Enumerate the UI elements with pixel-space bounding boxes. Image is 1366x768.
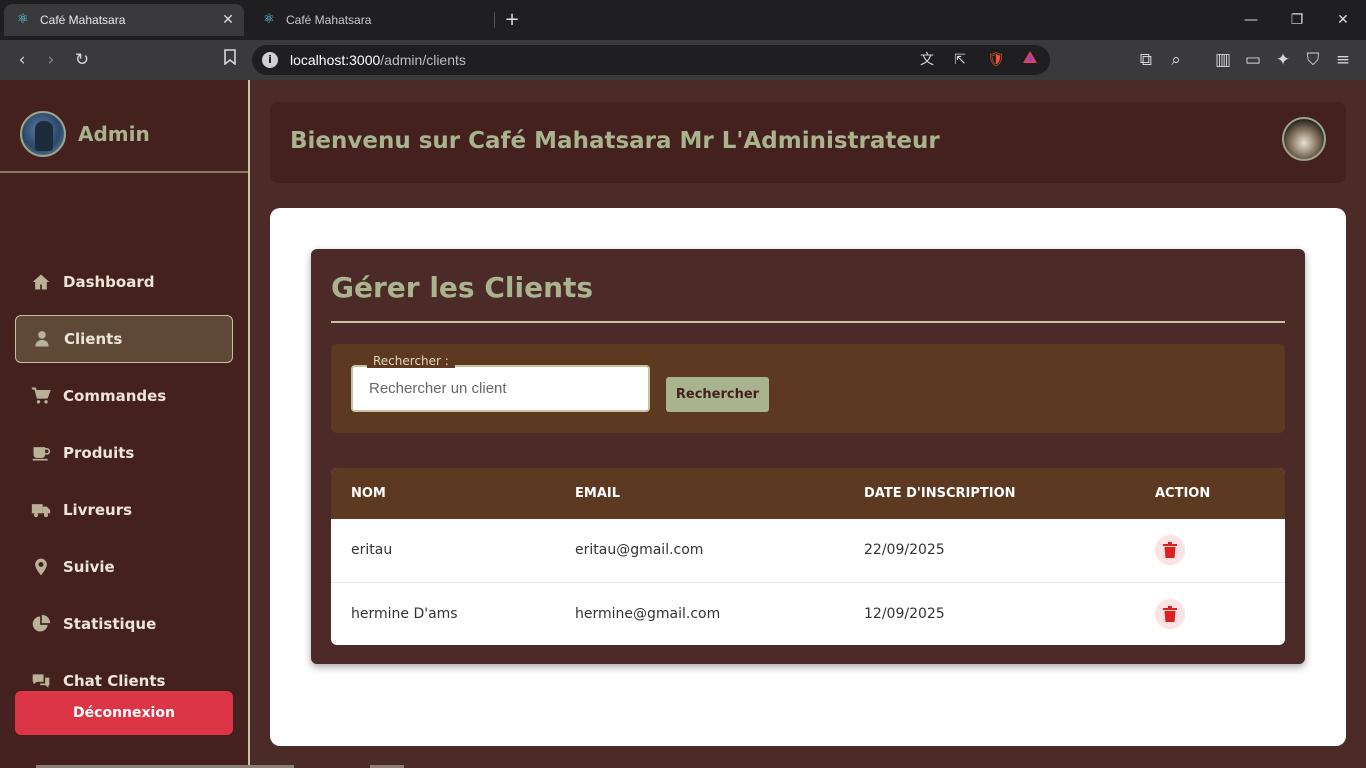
sidebar-item-clients[interactable]: Clients — [15, 315, 233, 363]
pie-chart-icon — [29, 612, 53, 636]
chat-icon — [29, 669, 53, 693]
profile-avatar[interactable] — [1282, 117, 1326, 161]
browser-tab-active[interactable]: ⚛ Café Mahatsara ✕ — [4, 4, 244, 36]
sidebar-divider — [0, 171, 248, 173]
browser-tab-inactive[interactable]: ⚛ Café Mahatsara — [250, 4, 494, 36]
search-panel: Rechercher : Rechercher — [331, 344, 1285, 433]
vpn-shield-icon[interactable]: ⛉ — [1300, 48, 1326, 72]
cart-icon — [29, 384, 53, 408]
translate-icon[interactable]: 文 — [916, 50, 938, 70]
column-header-action: ACTION — [1155, 486, 1211, 501]
search-label: Rechercher : — [367, 354, 455, 368]
mug-icon — [29, 441, 53, 465]
sidebar-item-label: Commandes — [63, 387, 167, 405]
sidebar-border — [248, 80, 250, 768]
client-email-cell: eritau@gmail.com — [575, 542, 704, 559]
trash-icon — [1163, 605, 1177, 622]
share-icon[interactable]: ⇱ — [949, 50, 971, 70]
page-header: Bienvenu sur Café Mahatsara Mr L'Adminis… — [270, 102, 1346, 183]
tab-search-icon[interactable]: ⌕ — [1163, 48, 1189, 72]
client-email-cell: hermine@gmail.com — [575, 605, 721, 622]
action-cell — [1135, 519, 1285, 582]
table-header-row: NOM EMAIL DATE D'INSCRIPTION ACTION — [331, 468, 1285, 519]
sidebar-nav: Dashboard Clients Commandes Produits Liv… — [15, 258, 233, 714]
column-header-date: DATE D'INSCRIPTION — [864, 486, 1016, 501]
brand-name: Admin — [78, 122, 150, 146]
client-name-cell: hermine D'ams — [351, 605, 458, 622]
brave-rewards-icon[interactable] — [1019, 50, 1041, 70]
react-favicon-icon: ⚛ — [17, 12, 29, 27]
action-cell — [1135, 582, 1285, 645]
site-info-icon[interactable]: i — [262, 52, 278, 68]
sidebar-brand: Admin — [20, 111, 150, 157]
search-input[interactable] — [351, 365, 650, 412]
user-icon — [30, 327, 54, 351]
menu-icon[interactable]: ≡ — [1330, 48, 1356, 72]
main-content: Gérer les Clients Rechercher : Recherche… — [270, 208, 1346, 746]
sidebar-item-label: Dashboard — [63, 273, 155, 291]
client-date-cell: 22/09/2025 — [864, 542, 945, 559]
sidebar-item-label: Suivie — [63, 558, 115, 576]
sidebar-item-produits[interactable]: Produits — [15, 429, 233, 477]
search-button[interactable]: Rechercher — [666, 377, 769, 412]
address-bar[interactable]: i localhost:3000/admin/clients 文 ⇱ 🛡 — [252, 45, 1050, 75]
sidebar-item-label: Statistique — [63, 615, 157, 633]
tab-title: Café Mahatsara — [40, 13, 126, 27]
trash-icon — [1163, 542, 1177, 559]
close-tab-icon[interactable]: ✕ — [218, 10, 238, 30]
reload-icon[interactable]: ↻ — [69, 48, 95, 72]
sidebar-item-label: Clients — [64, 330, 123, 348]
sidebar-item-livreurs[interactable]: Livreurs — [15, 486, 233, 534]
map-pin-icon — [29, 555, 53, 579]
sidebar-item-label: Chat Clients — [63, 672, 166, 690]
page-title: Bienvenu sur Café Mahatsara Mr L'Adminis… — [290, 128, 940, 154]
client-date-cell: 12/09/2025 — [864, 605, 945, 622]
forward-icon[interactable]: › — [38, 48, 64, 72]
sidebar-item-commandes[interactable]: Commandes — [15, 372, 233, 420]
react-favicon-icon: ⚛ — [263, 12, 275, 27]
admin-avatar — [20, 111, 66, 157]
brave-shields-icon[interactable]: 🛡 — [985, 50, 1007, 70]
browser-tab-strip: ⚛ Café Mahatsara ✕ ⚛ Café Mahatsara + — … — [0, 0, 1366, 40]
section-title: Gérer les Clients — [331, 271, 594, 304]
leo-ai-icon[interactable]: ✦ — [1270, 48, 1296, 72]
table-row: eritau eritau@gmail.com 22/09/2025 — [331, 519, 1285, 582]
url-host: localhost:3000 — [290, 52, 381, 68]
sidebar: Admin Dashboard Clients Commandes Produi… — [0, 80, 248, 768]
sidebar-item-statistique[interactable]: Statistique — [15, 600, 233, 648]
delete-button[interactable] — [1155, 535, 1185, 566]
truck-icon — [29, 498, 53, 522]
home-icon — [29, 270, 53, 294]
url-path: /admin/clients — [380, 52, 466, 68]
clients-card: Gérer les Clients Rechercher : Recherche… — [311, 249, 1305, 664]
back-icon[interactable]: ‹ — [9, 48, 35, 72]
client-name-cell: eritau — [351, 542, 393, 559]
tab-divider — [494, 12, 495, 28]
restore-icon[interactable]: ❐ — [1282, 6, 1312, 34]
new-tab-icon[interactable]: + — [500, 8, 524, 32]
sidebar-item-suivie[interactable]: Suivie — [15, 543, 233, 591]
sidebar-item-label: Livreurs — [63, 501, 133, 519]
sidebar-item-label: Produits — [63, 444, 135, 462]
column-header-email: EMAIL — [575, 486, 620, 501]
sidebar-toggle-icon[interactable]: ▥ — [1210, 48, 1236, 72]
tab-title: Café Mahatsara — [286, 13, 372, 27]
minimize-icon[interactable]: — — [1236, 6, 1266, 34]
extensions-icon[interactable]: ⧉ — [1133, 48, 1159, 72]
logout-button[interactable]: Déconnexion — [15, 691, 233, 735]
table-row: hermine D'ams hermine@gmail.com 12/09/20… — [331, 582, 1285, 645]
wallet-icon[interactable]: ▭ — [1240, 48, 1266, 72]
sidebar-item-dashboard[interactable]: Dashboard — [15, 258, 233, 306]
column-header-nom: NOM — [351, 486, 386, 501]
close-window-icon[interactable]: ✕ — [1328, 6, 1358, 34]
delete-button[interactable] — [1155, 598, 1185, 629]
url-text[interactable]: localhost:3000/admin/clients — [290, 52, 466, 68]
clients-table: NOM EMAIL DATE D'INSCRIPTION ACTION erit… — [331, 468, 1285, 645]
bookmark-icon[interactable] — [217, 48, 243, 72]
title-divider — [331, 321, 1285, 323]
